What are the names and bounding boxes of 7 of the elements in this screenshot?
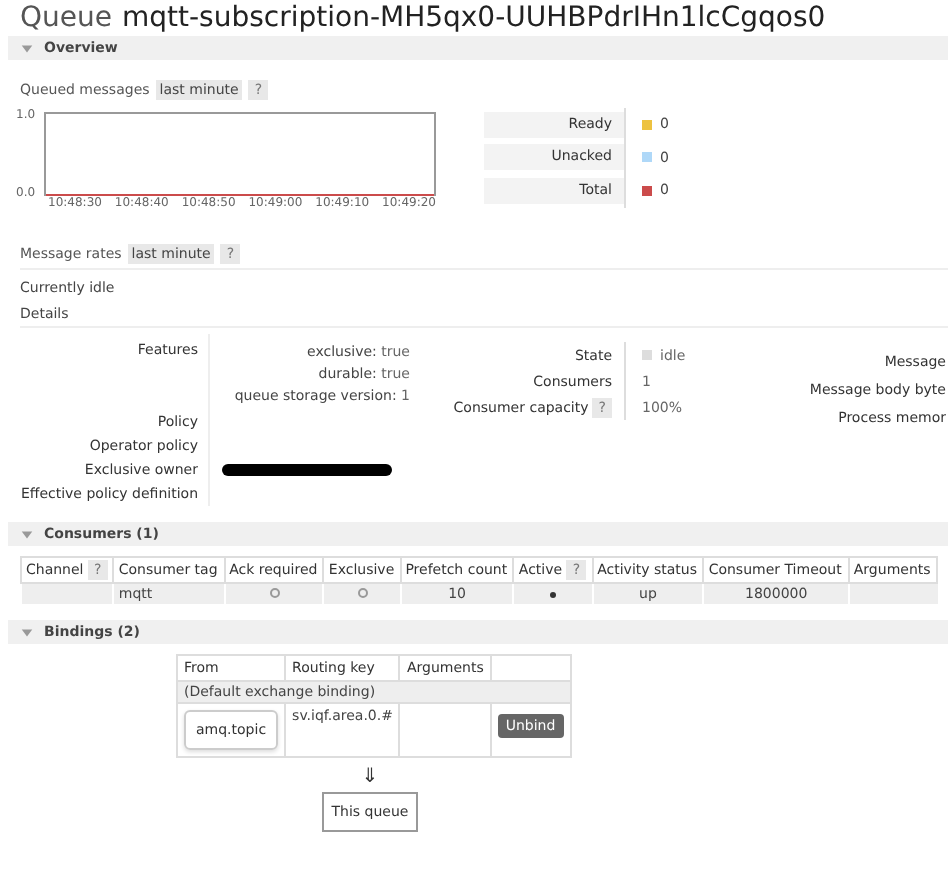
down-arrow: ⇓ <box>361 766 379 788</box>
queue-name: mqtt-subscription-MH5qx0-UUHBPdrIHn1lcCgqos0 <box>122 2 826 34</box>
page-title-label: Queue <box>20 2 112 34</box>
collapse-triangle-icon[interactable] <box>20 625 34 639</box>
state-indicator-icon <box>642 350 652 360</box>
collapse-triangle-icon[interactable] <box>20 41 34 55</box>
collapse-triangle-icon[interactable] <box>20 527 34 541</box>
